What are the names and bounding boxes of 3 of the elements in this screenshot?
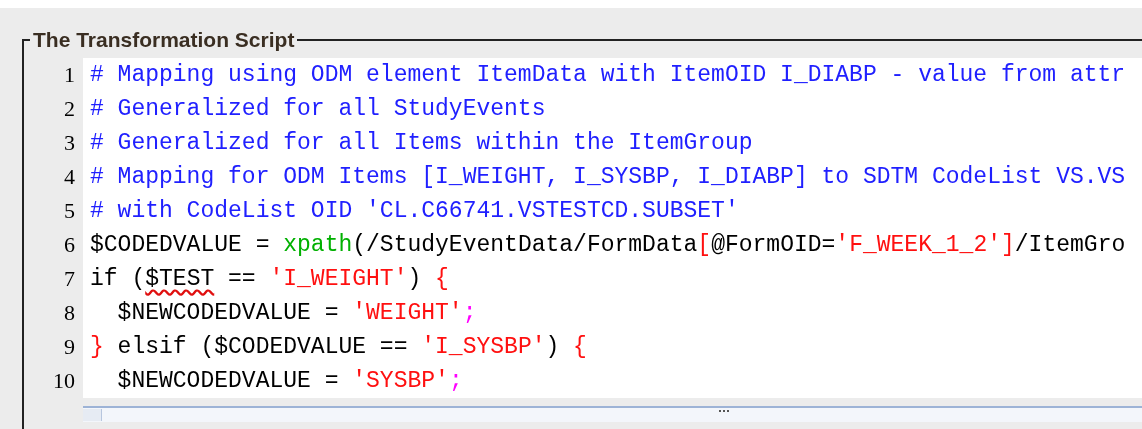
group-title: The Transformation Script — [32, 28, 296, 52]
horizontal-scrollbar[interactable] — [83, 406, 1142, 422]
scroll-left-button[interactable] — [83, 409, 102, 421]
